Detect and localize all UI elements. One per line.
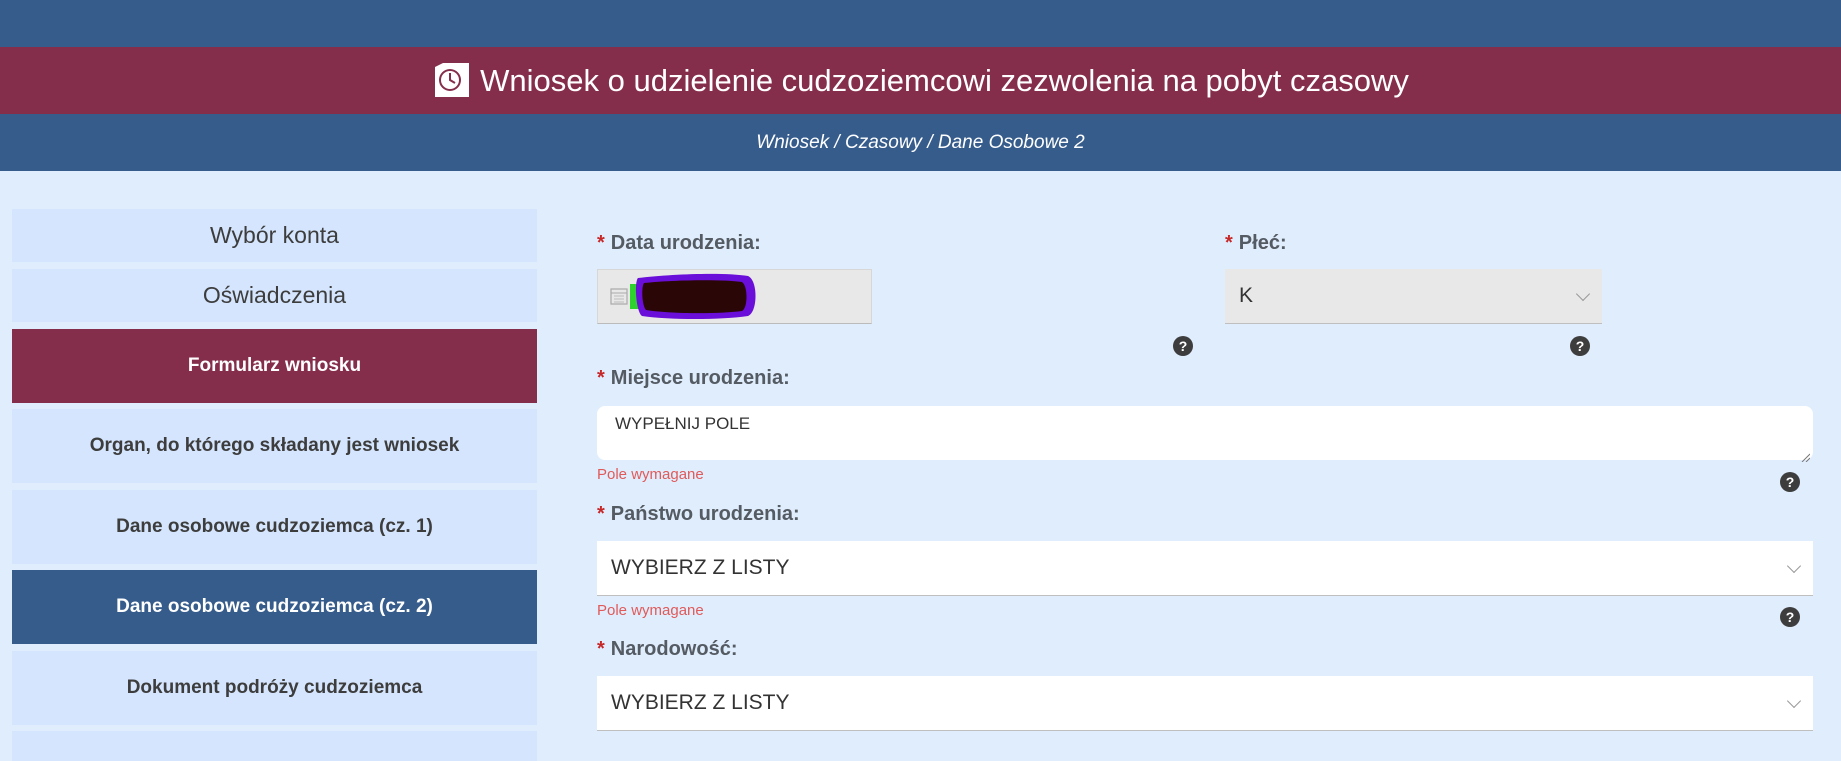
required-marker: *: [1225, 232, 1233, 254]
chevron-down-icon: [1575, 286, 1591, 302]
sidebar-item-declarations[interactable]: Oświadczenia: [12, 269, 537, 322]
birth-date-help-icon[interactable]: ?: [1173, 336, 1193, 356]
sidebar-item-travel-document[interactable]: Dokument podróży cudzoziemca: [12, 651, 537, 725]
sidebar-item-label: Dane osobowe cudzoziemca (cz. 1): [116, 516, 433, 537]
calendar-icon: [610, 287, 628, 310]
birth-country-select[interactable]: WYBIERZ Z LISTY: [597, 541, 1813, 596]
sex-help-icon[interactable]: ?: [1570, 336, 1590, 356]
breadcrumb-text: Wniosek / Czasowy / Dane Osobowe 2: [756, 131, 1085, 153]
sidebar-item-label: Formularz wniosku: [187, 355, 362, 376]
resize-handle-icon[interactable]: [1800, 447, 1811, 463]
sex-select[interactable]: K: [1225, 269, 1602, 324]
title-bar: Wniosek o udzielenie cudzoziemcowi zezwo…: [0, 47, 1841, 114]
birth-place-value: WYPEŁNIJ POLE: [615, 414, 751, 433]
birth-country-help-icon[interactable]: ?: [1780, 607, 1800, 627]
top-bar: [0, 0, 1841, 47]
sidebar-item-account-choice[interactable]: Wybór konta: [12, 209, 537, 262]
redaction-mark: [630, 272, 760, 327]
birth-place-input[interactable]: WYPEŁNIJ POLE: [597, 406, 1813, 463]
birth-date-field[interactable]: [597, 269, 872, 324]
birth-date-label: * Data urodzenia:: [597, 232, 761, 255]
nationality-value: WYBIERZ Z LISTY: [611, 691, 790, 714]
sidebar-item-label: Oświadczenia: [202, 282, 347, 308]
sex-label: * Płeć:: [1225, 232, 1287, 255]
birth-place-label-text: Miejsce urodzenia:: [610, 367, 790, 389]
help-symbol: ?: [1575, 338, 1585, 354]
birth-place-error: Pole wymagane: [597, 466, 704, 483]
help-symbol: ?: [1785, 474, 1795, 490]
birth-place-label: * Miejsce urodzenia:: [597, 367, 790, 390]
help-symbol: ?: [1785, 609, 1795, 625]
sidebar-item-label: Dokument podróży cudzoziemca: [126, 677, 423, 698]
sex-label-text: Płeć:: [1238, 232, 1287, 254]
nationality-label-text: Narodowość:: [610, 638, 738, 660]
sidebar-item-more[interactable]: [12, 731, 537, 761]
birth-country-label: * Państwo urodzenia:: [597, 503, 800, 526]
sidebar-item-application-form[interactable]: Formularz wniosku: [12, 329, 537, 403]
birth-country-value: WYBIERZ Z LISTY: [611, 556, 790, 579]
sidebar-item-label: Wybór konta: [210, 222, 339, 248]
required-marker: *: [597, 232, 605, 254]
required-marker: *: [597, 638, 605, 660]
breadcrumb: Wniosek / Czasowy / Dane Osobowe 2: [0, 114, 1841, 171]
help-symbol: ?: [1178, 338, 1188, 354]
birth-country-error: Pole wymagane: [597, 602, 704, 619]
nationality-label: * Narodowość:: [597, 638, 737, 661]
required-marker: *: [597, 367, 605, 389]
sidebar-item-label: Dane osobowe cudzoziemca (cz. 2): [116, 596, 433, 617]
nationality-select[interactable]: WYBIERZ Z LISTY: [597, 676, 1813, 731]
clock-document-icon: [432, 61, 472, 101]
chevron-down-icon: [1786, 693, 1802, 709]
chevron-down-icon: [1786, 558, 1802, 574]
birth-place-help-icon[interactable]: ?: [1780, 472, 1800, 492]
required-marker: *: [597, 503, 605, 525]
birth-country-label-text: Państwo urodzenia:: [610, 503, 800, 525]
sex-select-value: K: [1239, 284, 1254, 307]
sidebar-item-authority[interactable]: Organ, do którego składany jest wniosek: [12, 409, 537, 483]
page-title: Wniosek o udzielenie cudzoziemcowi zezwo…: [480, 62, 1409, 98]
sidebar-item-personal-data-1[interactable]: Dane osobowe cudzoziemca (cz. 1): [12, 490, 537, 564]
sidebar-item-label: Organ, do którego składany jest wniosek: [89, 435, 460, 456]
birth-date-label-text: Data urodzenia:: [610, 232, 761, 254]
sidebar-item-personal-data-2[interactable]: Dane osobowe cudzoziemca (cz. 2): [12, 570, 537, 644]
